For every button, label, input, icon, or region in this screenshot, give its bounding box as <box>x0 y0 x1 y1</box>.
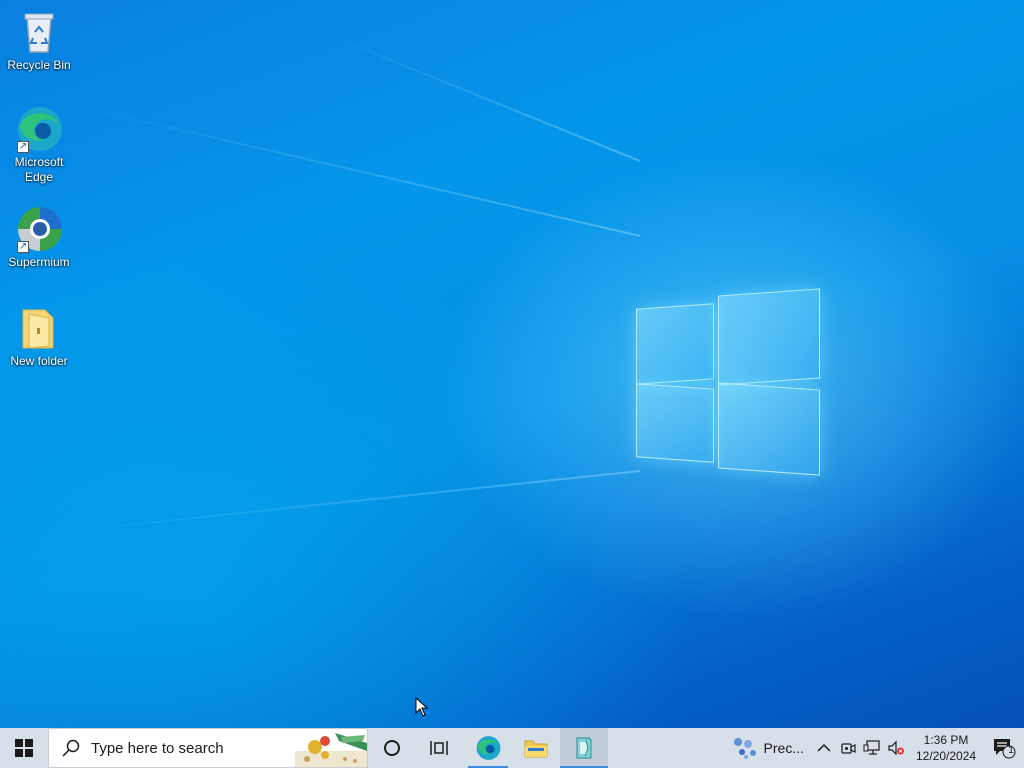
shortcut-arrow-icon: ↗ <box>17 141 29 153</box>
windows-start-icon <box>15 739 33 757</box>
desktop-icon-label: New folder <box>10 354 68 368</box>
cortana-icon <box>384 740 400 756</box>
shortcut-arrow-icon: ↗ <box>17 241 29 253</box>
clock-time: 1:36 PM <box>923 733 969 747</box>
task-view-button[interactable] <box>416 728 464 768</box>
desktop-icon-label: Recycle Bin <box>7 58 71 72</box>
light-beam <box>74 104 641 237</box>
taskbar-clock[interactable]: 1:36 PM 12/20/2024 <box>908 732 984 764</box>
supermium-icon: ↗ <box>15 205 63 253</box>
search-highlight-holiday-icon <box>295 733 367 767</box>
desktop-background[interactable]: Recycle Bin ↗ Microsoft Edge ↗ Supermium <box>0 0 1024 728</box>
search-icon <box>62 739 80 757</box>
taskbar-app-button[interactable] <box>560 728 608 768</box>
desktop-icon-recycle-bin[interactable]: Recycle Bin <box>4 8 74 73</box>
file-explorer-icon <box>524 740 548 758</box>
recycle-bin-icon <box>15 8 63 56</box>
meet-now-button[interactable] <box>836 728 860 768</box>
desktop-icon-label: Microsoft Edge <box>14 155 64 184</box>
weather-widget[interactable]: Prec... <box>724 728 812 768</box>
action-center-button[interactable]: 1 <box>984 728 1024 768</box>
start-button[interactable] <box>0 728 48 768</box>
weather-text: Prec... <box>763 740 804 756</box>
search-placeholder: Type here to search <box>91 739 224 757</box>
show-hidden-icons-button[interactable] <box>812 728 836 768</box>
edge-icon: ↗ <box>15 105 63 153</box>
task-view-icon <box>430 741 448 755</box>
chevron-up-icon <box>817 743 831 752</box>
light-beam <box>63 470 641 533</box>
desktop-icon-label: Supermium <box>8 255 70 269</box>
desktop-icon-microsoft-edge[interactable]: ↗ Microsoft Edge <box>4 105 74 185</box>
desktop-icon-new-folder[interactable]: New folder <box>4 304 74 369</box>
taskbar: Type here to search Prec... 1:36 PM 12/2… <box>0 728 1024 768</box>
taskbar-search-box[interactable]: Type here to search <box>48 728 368 768</box>
precipitation-icon <box>733 738 756 759</box>
folder-icon <box>15 304 63 352</box>
volume-muted-icon <box>888 740 904 756</box>
notification-count-badge: 1 <box>1008 745 1014 756</box>
meet-now-icon <box>841 743 856 754</box>
desktop-icon-supermium[interactable]: ↗ Supermium <box>4 205 74 270</box>
taskbar-edge-button[interactable] <box>464 728 512 768</box>
network-button[interactable] <box>860 728 884 768</box>
edge-icon <box>476 736 501 760</box>
app-icon <box>576 737 592 759</box>
volume-button[interactable] <box>884 728 908 768</box>
cortana-button[interactable] <box>368 728 416 768</box>
windows-logo-wallpaper <box>636 288 824 480</box>
light-beam <box>324 32 641 162</box>
clock-date: 12/20/2024 <box>915 749 977 763</box>
mouse-pointer-icon <box>415 696 429 722</box>
system-tray: Prec... 1:36 PM 12/20/2024 1 <box>724 728 1024 768</box>
taskbar-file-explorer-button[interactable] <box>512 728 560 768</box>
network-icon <box>863 740 880 755</box>
